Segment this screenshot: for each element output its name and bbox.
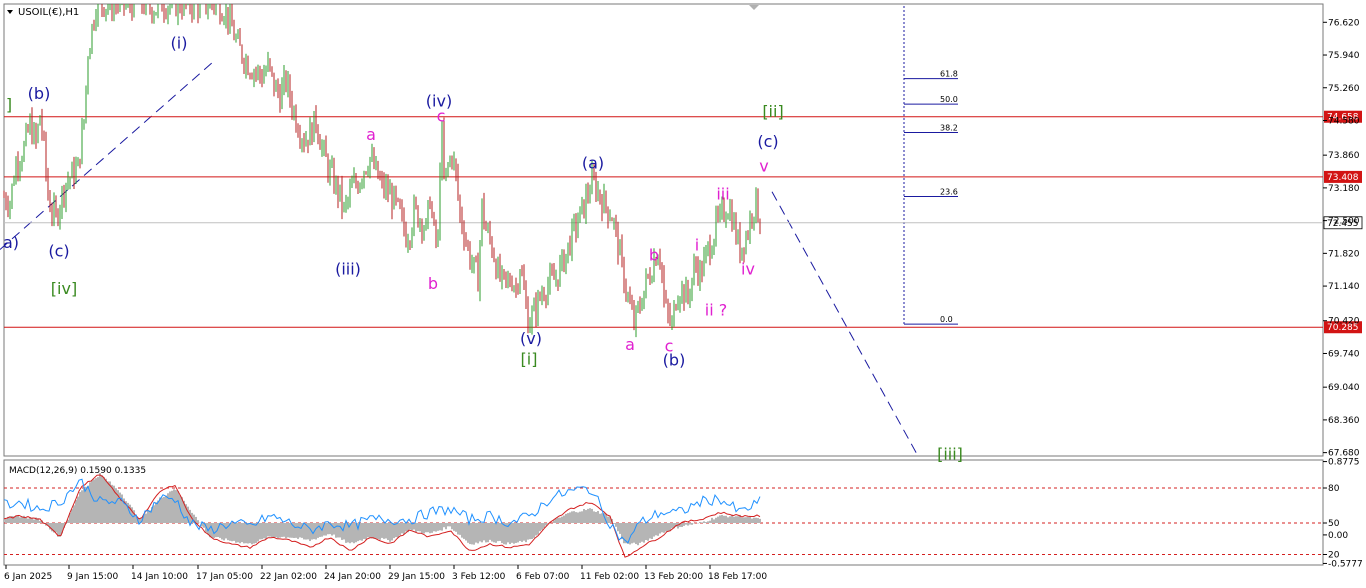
wave-label: iv [741, 260, 755, 279]
price-tick-label: 71.140 [1328, 282, 1360, 292]
wave-label: (c) [757, 132, 778, 151]
wave-label: ii ? [705, 301, 727, 320]
price-tick-label: 75.260 [1328, 84, 1360, 94]
time-tick-label: 6 Feb 07:00 [516, 572, 570, 582]
wave-label: (b) [663, 351, 686, 370]
price-axis: 76.620 75.940 75.260 74.580 73.860 73.180 72.5… [1323, 18, 1360, 459]
wave-label: (a) [582, 153, 604, 172]
time-tick-label: 9 Jan 15:00 [67, 572, 119, 582]
time-tick-label: 18 Feb 17:00 [708, 572, 767, 582]
price-tick-label: 73.860 [1328, 151, 1360, 161]
wave-label: (iii) [335, 260, 361, 279]
wave-label: a) [3, 233, 19, 252]
time-tick-label: 6 Jan 2025 [4, 572, 52, 582]
time-tick-label: 14 Jan 10:00 [131, 572, 188, 582]
time-tick-label: 29 Jan 15:00 [388, 572, 445, 582]
price-tick-label: 74.580 [1328, 116, 1360, 126]
price-tick-label: 72.500 [1328, 217, 1360, 227]
fib-level-label: 38.2 [940, 124, 958, 133]
time-tick-label: 22 Jan 02:00 [260, 572, 317, 582]
price-tick-label: 69.040 [1328, 383, 1360, 393]
wave-label: iii [716, 185, 729, 204]
time-axis: 6 Jan 2025 9 Jan 15:00 14 Jan 10:00 17 Jan … [4, 565, 767, 582]
wave-label: b [428, 274, 438, 293]
macd-tick-label: 0.8775 [1328, 458, 1360, 468]
fib-level-label: 0.0 [940, 315, 953, 324]
macd-tick-label: -0.5777 [1328, 559, 1363, 569]
wave-label: v [759, 156, 768, 175]
main-panel [3, 3, 1324, 457]
wave-label: [iv] [51, 279, 77, 298]
price-tick-label: 68.360 [1328, 416, 1360, 426]
wave-label: a [366, 125, 376, 144]
fib-level-label: 61.8 [940, 70, 958, 79]
macd-panel [3, 459, 1324, 566]
wave-label: ] [6, 95, 12, 114]
price-tick-label: 69.740 [1328, 349, 1360, 359]
time-tick-label: 13 Feb 20:00 [644, 572, 703, 582]
level-price-label: 73.408 [1327, 173, 1359, 183]
wave-label: [iii] [937, 445, 963, 464]
price-tick-label: 71.820 [1328, 249, 1360, 259]
macd-title: MACD(12,26,9) 0.1590 0.1335 [9, 466, 146, 476]
fib-level-label: 23.6 [940, 188, 958, 197]
time-tick-label: 11 Feb 02:00 [580, 572, 639, 582]
wave-label: b [649, 245, 659, 264]
wave-label: [ii] [762, 102, 783, 121]
time-tick-label: 17 Jan 05:00 [196, 572, 253, 582]
price-tick-label: 73.180 [1328, 184, 1360, 194]
time-tick-label: 3 Feb 12:00 [452, 572, 506, 582]
price-tick-label: 70.420 [1328, 317, 1360, 327]
wave-label: c [437, 107, 446, 126]
time-tick-label: 24 Jan 20:00 [324, 572, 381, 582]
price-tick-label: 76.620 [1328, 18, 1360, 28]
wave-label: i [695, 236, 699, 255]
wave-label: (c) [48, 241, 69, 260]
wave-label: [i] [521, 349, 538, 368]
macd-tick-label: 50 [1328, 519, 1340, 529]
symbol-title: USOIL(€),H1 [18, 7, 79, 18]
macd-tick-label: 80 [1328, 484, 1340, 494]
wave-label: a [625, 335, 635, 354]
chart-root: 61.850.038.223.60.0 74.65873.40870.28572… [0, 3, 1363, 582]
wave-label: (v) [520, 329, 542, 348]
price-tick-label: 75.940 [1328, 51, 1360, 61]
wave-label: (i) [171, 34, 188, 53]
fib-level-label: 50.0 [940, 95, 958, 104]
macd-tick-label: 0.00 [1328, 531, 1348, 541]
wave-label: (b) [28, 84, 51, 103]
